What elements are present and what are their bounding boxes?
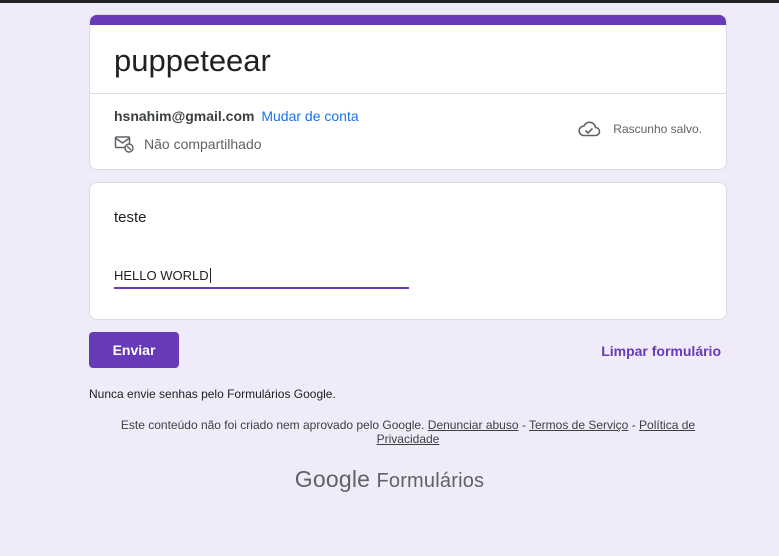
submit-button[interactable]: Enviar xyxy=(89,332,179,368)
google-forms-logo[interactable]: Google Formulários xyxy=(0,466,779,493)
account-row: hsnahim@gmail.com Mudar de conta xyxy=(114,107,359,125)
share-status: Não compartilhado xyxy=(114,134,262,154)
disclaimer: Este conteúdo não foi criado nem aprovad… xyxy=(89,418,727,446)
cloud-check-icon xyxy=(578,121,601,137)
clear-form-button[interactable]: Limpar formulário xyxy=(601,343,721,359)
separator: - xyxy=(521,418,526,432)
header-accent-bar xyxy=(90,15,726,25)
disclaimer-text: Este conteúdo não foi criado nem aprovad… xyxy=(120,418,425,432)
brand-google: Google xyxy=(294,466,371,492)
header-divider xyxy=(90,93,726,94)
password-warning: Nunca envie senhas pelo Formulários Goog… xyxy=(89,387,336,401)
separator: - xyxy=(631,418,636,432)
draft-status: Rascunho salvo. xyxy=(577,120,702,138)
answer-input-value: HELLO WORLD xyxy=(114,267,209,283)
draft-status-text: Rascunho salvo. xyxy=(613,122,702,136)
question-title: teste xyxy=(114,209,147,226)
window-top-edge xyxy=(0,0,779,3)
terms-link[interactable]: Termos de Serviço xyxy=(529,418,628,432)
mail-lock-icon xyxy=(114,136,134,153)
switch-account-link[interactable]: Mudar de conta xyxy=(261,108,358,124)
account-email: hsnahim@gmail.com xyxy=(114,108,255,124)
brand-product: Formulários xyxy=(376,470,485,492)
report-abuse-link[interactable]: Denunciar abuso xyxy=(428,418,519,432)
text-caret xyxy=(209,267,211,283)
question-card: teste HELLO WORLD xyxy=(89,182,727,320)
answer-input[interactable]: HELLO WORLD xyxy=(114,263,409,289)
form-header-card: puppeteear hsnahim@gmail.com Mudar de co… xyxy=(89,14,727,170)
share-status-text: Não compartilhado xyxy=(144,136,262,152)
form-title: puppeteear xyxy=(114,43,271,78)
